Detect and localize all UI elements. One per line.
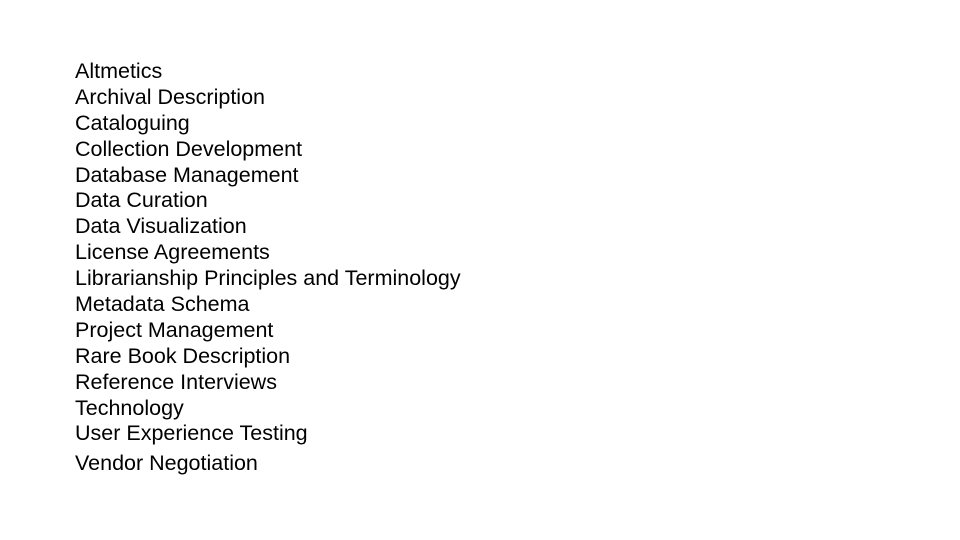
list-item: Reference Interviews: [75, 369, 277, 394]
slide: Altmetics Archival Description Catalogui…: [0, 0, 960, 540]
list-item: Technology: [75, 395, 184, 420]
list-item: Database Management: [75, 162, 299, 187]
list-item: User Experience Testing: [75, 421, 308, 446]
list-item: Archival Description: [75, 84, 265, 109]
list-item: Vendor Negotiation: [75, 451, 258, 476]
list-item: Cataloguing: [75, 110, 190, 135]
list-item: Project Management: [75, 317, 274, 342]
list-item: License Agreements: [75, 240, 270, 265]
list-item: Rare Book Description: [75, 343, 291, 368]
list-item: Altmetics: [75, 59, 163, 83]
list-item: Metadata Schema: [75, 292, 250, 317]
list-item: Data Curation: [75, 188, 208, 213]
list-item: Librarianship Principles and Terminology: [75, 266, 461, 291]
list-item: Collection Development: [75, 136, 303, 161]
list-item: Data Visualization: [75, 214, 247, 239]
skills-list: Altmetics Archival Description Catalogui…: [75, 59, 461, 477]
